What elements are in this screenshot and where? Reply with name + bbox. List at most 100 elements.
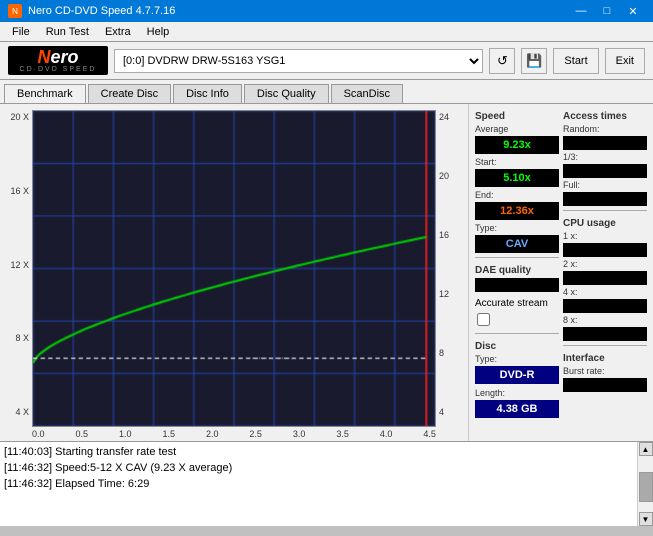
tab-disc-info[interactable]: Disc Info bbox=[173, 84, 242, 103]
refresh-icon[interactable]: ↺ bbox=[489, 48, 515, 74]
log-scroll: [11:40:03] Starting transfer rate test [… bbox=[0, 442, 653, 526]
y-right-20: 20 bbox=[439, 171, 449, 181]
one-x-value bbox=[563, 243, 647, 257]
x-axis: 0.0 0.5 1.0 1.5 2.0 2.5 3.0 3.5 4.0 4.5 bbox=[32, 427, 436, 439]
log-scrollbar[interactable]: ▲ ▼ bbox=[637, 442, 653, 526]
interface-label: Interface bbox=[563, 353, 647, 364]
scroll-up-button[interactable]: ▲ bbox=[639, 442, 653, 456]
cpu-usage-label: CPU usage bbox=[563, 218, 647, 229]
tab-scan-disc[interactable]: ScanDisc bbox=[331, 84, 403, 103]
window-controls: — □ ✕ bbox=[569, 3, 645, 19]
average-value: 9.23x bbox=[475, 136, 559, 154]
x-2.5: 2.5 bbox=[249, 429, 262, 439]
random-value bbox=[563, 136, 647, 150]
nero-logo: Nero CD·DVD SPEED bbox=[8, 46, 108, 75]
x-2.0: 2.0 bbox=[206, 429, 219, 439]
one-third-value bbox=[563, 164, 647, 178]
y-right-12: 12 bbox=[439, 289, 449, 299]
full-label: Full: bbox=[563, 180, 647, 190]
x-3.5: 3.5 bbox=[336, 429, 349, 439]
dae-value bbox=[475, 278, 559, 292]
one-third-label: 1/3: bbox=[563, 152, 647, 162]
full-value bbox=[563, 192, 647, 206]
tab-benchmark[interactable]: Benchmark bbox=[4, 84, 86, 103]
type-label: Type: bbox=[475, 223, 497, 233]
exit-button[interactable]: Exit bbox=[605, 48, 645, 74]
tab-disc-quality[interactable]: Disc Quality bbox=[244, 84, 329, 103]
app-icon: N bbox=[8, 4, 22, 18]
x-0.5: 0.5 bbox=[75, 429, 88, 439]
access-times-label: Access times bbox=[563, 111, 647, 122]
y-right-8: 8 bbox=[439, 348, 444, 358]
start-button[interactable]: Start bbox=[553, 48, 598, 74]
maximize-button[interactable]: □ bbox=[595, 3, 619, 19]
x-4.5: 4.5 bbox=[423, 429, 436, 439]
burst-rate-label: Burst rate: bbox=[563, 366, 647, 376]
y-left-20: 20 X bbox=[10, 112, 29, 122]
save-icon[interactable]: 💾 bbox=[521, 48, 547, 74]
two-x-label: 2 x: bbox=[563, 259, 647, 269]
stats-col-right: Access times Random: 1/3: Full: CPU usag… bbox=[563, 108, 647, 437]
start-label: Start: bbox=[475, 157, 497, 167]
disc-length-label: Length: bbox=[475, 388, 505, 398]
end-value: 12.36x bbox=[475, 202, 559, 220]
tab-create-disc[interactable]: Create Disc bbox=[88, 84, 171, 103]
x-1.5: 1.5 bbox=[162, 429, 175, 439]
x-4.0: 4.0 bbox=[380, 429, 393, 439]
chart-container: 20 X 16 X 12 X 8 X 4 X 0.0 0.5 1.0 1.5 2… bbox=[0, 104, 468, 441]
disc-label: Disc bbox=[475, 341, 559, 352]
disc-type-label: Type: bbox=[475, 354, 497, 364]
y-left-8: 8 X bbox=[15, 333, 29, 343]
log-lines: [11:40:03] Starting transfer rate test [… bbox=[0, 442, 637, 526]
menu-run-test[interactable]: Run Test bbox=[38, 24, 97, 40]
title-bar: N Nero CD-DVD Speed 4.7.7.16 — □ ✕ bbox=[0, 0, 653, 22]
menu-help[interactable]: Help bbox=[139, 24, 178, 40]
menu-extra[interactable]: Extra bbox=[97, 24, 139, 40]
accurate-stream-label: Accurate stream bbox=[475, 298, 548, 309]
y-right-16: 16 bbox=[439, 230, 449, 240]
drive-select[interactable]: [0:0] DVDRW DRW-5S163 YSG1 bbox=[114, 49, 483, 73]
dae-label: DAE quality bbox=[475, 265, 559, 276]
two-x-value bbox=[563, 271, 647, 285]
x-1.0: 1.0 bbox=[119, 429, 132, 439]
close-button[interactable]: ✕ bbox=[621, 3, 645, 19]
log-content: [11:40:03] Starting transfer rate test [… bbox=[0, 442, 637, 494]
four-x-label: 4 x: bbox=[563, 287, 647, 297]
random-label: Random: bbox=[563, 124, 647, 134]
end-label: End: bbox=[475, 190, 494, 200]
disc-type-value: DVD-R bbox=[475, 366, 559, 384]
type-value: CAV bbox=[475, 235, 559, 253]
disc-length-value: 4.38 GB bbox=[475, 400, 559, 418]
y-left-16: 16 X bbox=[10, 186, 29, 196]
four-x-value bbox=[563, 299, 647, 313]
log-line-1: [11:46:32] Speed:5-12 X CAV (9.23 X aver… bbox=[4, 460, 633, 476]
log-line-0: [11:40:03] Starting transfer rate test bbox=[4, 444, 633, 460]
tabs: Benchmark Create Disc Disc Info Disc Qua… bbox=[0, 80, 653, 104]
title-bar-text: Nero CD-DVD Speed 4.7.7.16 bbox=[28, 5, 175, 17]
scroll-down-button[interactable]: ▼ bbox=[639, 512, 653, 526]
start-value: 5.10x bbox=[475, 169, 559, 187]
average-label: Average bbox=[475, 124, 559, 134]
y-right-4: 4 bbox=[439, 407, 444, 417]
y-right-24: 24 bbox=[439, 112, 449, 122]
burst-rate-value bbox=[563, 378, 647, 392]
main-content: 20 X 16 X 12 X 8 X 4 X 0.0 0.5 1.0 1.5 2… bbox=[0, 104, 653, 441]
eight-x-value bbox=[563, 327, 647, 341]
x-3.0: 3.0 bbox=[293, 429, 306, 439]
right-panel: Speed Average 9.23x Start: 5.10x End: 12… bbox=[468, 104, 653, 441]
accurate-stream-checkbox[interactable] bbox=[477, 313, 490, 326]
log-line-2: [11:46:32] Elapsed Time: 6:29 bbox=[4, 476, 633, 492]
stats-col-left: Speed Average 9.23x Start: 5.10x End: 12… bbox=[475, 108, 559, 437]
speed-label: Speed bbox=[475, 111, 559, 122]
log-area: [11:40:03] Starting transfer rate test [… bbox=[0, 441, 653, 526]
toolbar: Nero CD·DVD SPEED [0:0] DVDRW DRW-5S163 … bbox=[0, 42, 653, 80]
y-left-12: 12 X bbox=[10, 260, 29, 270]
minimize-button[interactable]: — bbox=[569, 3, 593, 19]
y-left-4: 4 X bbox=[15, 407, 29, 417]
scrollbar-thumb[interactable] bbox=[639, 472, 653, 502]
x-0.0: 0.0 bbox=[32, 429, 45, 439]
menu-file[interactable]: File bbox=[4, 24, 38, 40]
menu-bar: File Run Test Extra Help bbox=[0, 22, 653, 42]
eight-x-label: 8 x: bbox=[563, 315, 647, 325]
one-x-label: 1 x: bbox=[563, 231, 647, 241]
